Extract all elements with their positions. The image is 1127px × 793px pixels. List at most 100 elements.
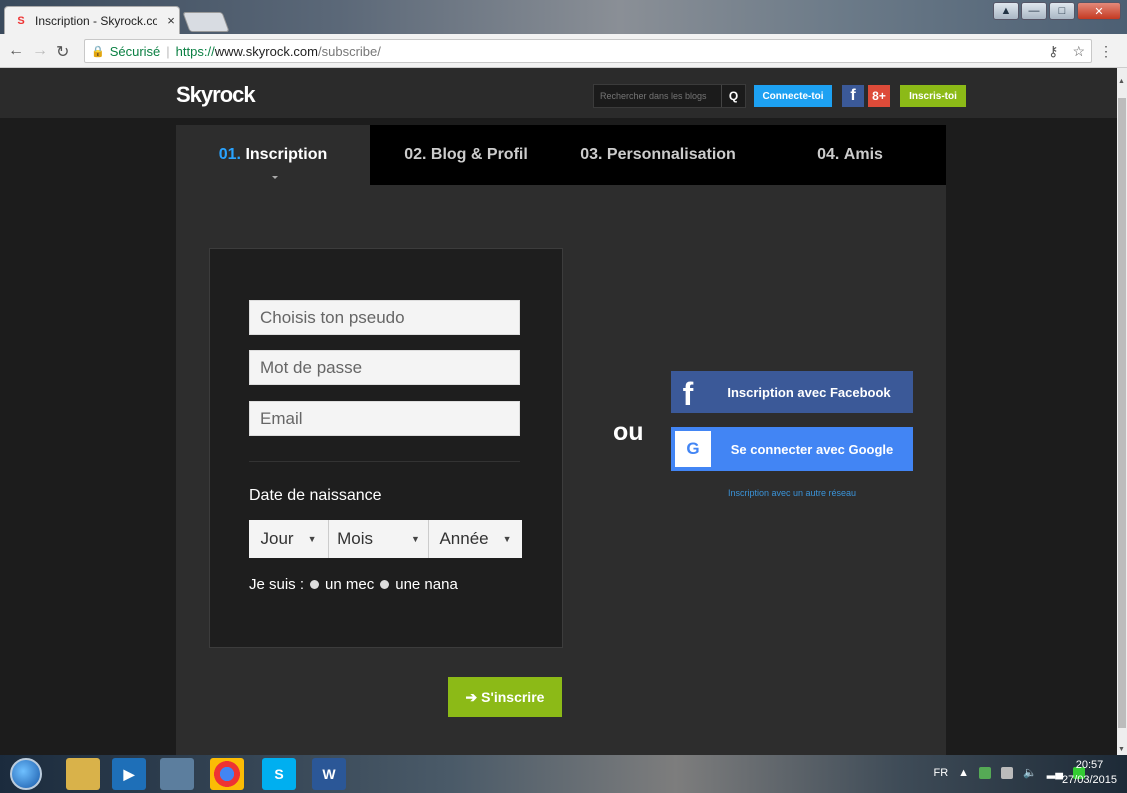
gender-female-label[interactable]: une nana [395, 576, 458, 593]
step-blog-profil[interactable]: 02. Blog & Profil [370, 125, 562, 185]
google-connect-label: Se connecter avec Google [730, 441, 894, 457]
step-number: 03. [580, 146, 603, 163]
signup-panel: 01. Inscription 02. Blog & Profil 03. Pe… [176, 125, 946, 755]
window-controls: ▲ — □ ✕ [993, 2, 1121, 20]
start-button[interactable] [10, 758, 42, 790]
maximize-button[interactable]: □ [1049, 2, 1075, 20]
page-scrollbar[interactable]: ▲ ▼ [1117, 68, 1127, 755]
star-icon[interactable]: ☆ [1072, 43, 1085, 60]
active-step-caret-icon [272, 176, 278, 179]
url-field[interactable]: 🔒 Sécurisé | https://www.skyrock.com/sub… [84, 39, 1092, 63]
gender-choice: Je suis : un mec une nana [249, 576, 458, 593]
clock[interactable]: 20:57 27/03/2015 [1062, 758, 1117, 788]
key-icon[interactable]: ⚷ [1048, 43, 1058, 60]
search-input[interactable] [594, 91, 721, 101]
month-value: Mois [337, 529, 373, 548]
page-content: Skyrock Q Connecte-toi f 8+ Inscris-toi … [0, 68, 1117, 755]
form-divider [249, 461, 520, 462]
scroll-up-icon[interactable]: ▲ [1118, 78, 1125, 85]
gender-male-label[interactable]: un mec [325, 576, 374, 593]
chevron-down-icon: ▼ [307, 534, 317, 544]
new-tab-button[interactable] [182, 12, 230, 32]
arrow-right-icon: ➔ [465, 688, 478, 705]
volume-icon[interactable]: 🔈 [1023, 766, 1037, 779]
language-indicator[interactable]: FR [933, 767, 948, 779]
clock-time: 20:57 [1075, 759, 1104, 771]
month-select[interactable]: Mois ▼ [329, 520, 429, 558]
day-select[interactable]: Jour ▼ [249, 520, 329, 558]
tab-title: Inscription - Skyrock.com [35, 13, 157, 28]
facebook-icon: f [682, 376, 694, 412]
minimize-button[interactable]: — [1021, 2, 1047, 20]
back-icon[interactable]: ← [8, 42, 24, 60]
skyrock-logo[interactable]: Skyrock [176, 82, 256, 108]
or-separator: ou [613, 418, 644, 446]
step-number: 01. [218, 146, 241, 163]
year-select[interactable]: Année ▼ [429, 520, 522, 558]
submit-button[interactable]: ➔ S'inscrire [448, 677, 562, 717]
step-number: 02. [404, 146, 427, 163]
address-bar: ← → ↻ 🔒 Sécurisé | https://www.skyrock.c… [0, 34, 1127, 68]
signup-form: Date de naissance Jour ▼ Mois ▼ Année ▼ Je … [209, 248, 563, 648]
windows-taskbar: ▶ S W FR ▲ 🔈 ▂▄ 20:57 27/03/2015 [0, 755, 1127, 793]
signal-icon[interactable]: ▂▄ [1047, 766, 1063, 779]
google-icon: G [675, 431, 711, 467]
facebook-signup-button[interactable]: f Inscription avec Facebook [671, 371, 913, 413]
url-host: www.skyrock.com [214, 43, 318, 59]
window-user-icon[interactable]: ▲ [993, 2, 1019, 20]
scrollbar-thumb[interactable] [1118, 98, 1126, 728]
chevron-down-icon: ▼ [410, 534, 420, 544]
dob-label: Date de naissance [249, 487, 382, 504]
chevron-down-icon: ▼ [502, 534, 512, 544]
step-label: Personnalisation [606, 146, 736, 163]
step-inscription[interactable]: 01. Inscription [176, 125, 370, 185]
radio-female[interactable] [380, 580, 390, 589]
signup-header-button[interactable]: Inscris-toi [900, 85, 966, 107]
skype-icon[interactable]: S [262, 758, 296, 790]
forward-icon[interactable]: → [32, 42, 48, 60]
network-app-icon[interactable] [160, 758, 194, 790]
facebook-icon[interactable]: f [842, 85, 864, 107]
chrome-icon[interactable] [210, 758, 244, 790]
tray-expand-icon[interactable]: ▲ [958, 767, 969, 779]
pseudo-field[interactable] [249, 300, 520, 335]
skyrock-favicon-icon: S [17, 14, 25, 27]
other-network-link[interactable]: Inscription avec un autre réseau [671, 488, 913, 498]
step-number: 04. [817, 146, 840, 163]
close-window-button[interactable]: ✕ [1077, 2, 1121, 20]
lock-icon: 🔒 [91, 45, 105, 58]
secure-label: Sécurisé [109, 43, 161, 59]
day-value: Jour [260, 529, 294, 548]
google-connect-button[interactable]: G Se connecter avec Google [671, 427, 913, 471]
submit-label: S'inscrire [481, 689, 545, 705]
address-bar-icons: ⚷ ☆ ⋮ [1048, 43, 1113, 60]
url-path: /subscribe/ [318, 43, 381, 59]
reload-icon[interactable]: ↻ [56, 42, 69, 62]
facebook-signup-label: Inscription avec Facebook [727, 384, 891, 400]
url-protocol: https:// [175, 43, 215, 59]
radio-male[interactable] [310, 580, 320, 589]
window-titlebar: S Inscription - Skyrock.com × ▲ — □ ✕ [0, 0, 1127, 34]
device-icon[interactable] [1001, 766, 1014, 779]
dob-selects: Jour ▼ Mois ▼ Année ▼ [249, 520, 522, 558]
signup-steps: 01. Inscription 02. Blog & Profil 03. Pe… [176, 125, 946, 185]
clock-date: 27/03/2015 [1061, 774, 1117, 786]
word-icon[interactable]: W [312, 758, 346, 790]
step-personnalisation[interactable]: 03. Personnalisation [562, 125, 754, 185]
media-player-icon[interactable]: ▶ [112, 758, 146, 790]
update-icon[interactable] [979, 766, 992, 779]
file-explorer-icon[interactable] [66, 758, 100, 790]
step-label: Blog & Profil [430, 146, 528, 163]
year-value: Année [439, 529, 489, 548]
step-amis[interactable]: 04. Amis [754, 125, 946, 185]
url-separator: | [166, 43, 170, 59]
google-plus-icon[interactable]: 8+ [868, 85, 890, 107]
tab-close-icon[interactable]: × [163, 13, 179, 28]
scroll-down-icon[interactable]: ▼ [1118, 746, 1125, 753]
menu-icon[interactable]: ⋮ [1099, 43, 1113, 60]
email-field[interactable] [249, 401, 520, 436]
connect-button[interactable]: Connecte-toi [754, 85, 832, 107]
browser-tab[interactable]: S Inscription - Skyrock.com × [4, 6, 180, 34]
password-field[interactable] [249, 350, 520, 385]
search-icon[interactable]: Q [721, 85, 745, 107]
